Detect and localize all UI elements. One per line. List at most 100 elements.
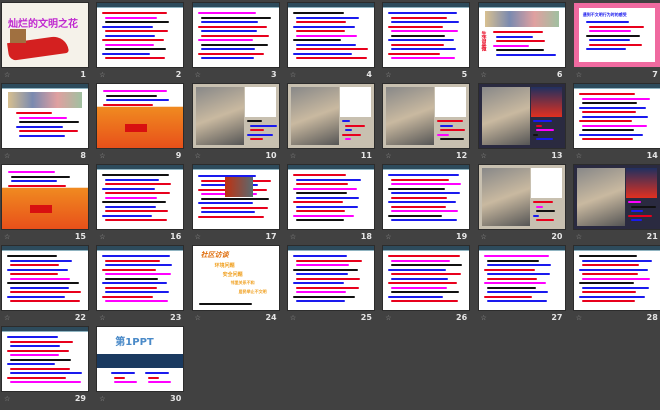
slide-preview[interactable] [192, 165, 279, 229]
slide-preview[interactable] [2, 327, 88, 391]
slide-thumbnail-10[interactable]: ☆ 10 [192, 84, 279, 162]
slide-thumbnail-6[interactable]: 生活显微 ☆ 6 [478, 3, 565, 81]
slide-thumbnail-1[interactable]: 灿烂的文明之花 ☆ 1 [2, 3, 88, 81]
slide-transition-star-icon[interactable]: ☆ [99, 395, 105, 403]
slide-thumbnail-13[interactable]: ☆ 13 [478, 84, 565, 162]
text-line [532, 120, 552, 122]
slide-transition-star-icon[interactable]: ☆ [385, 314, 391, 322]
slide-preview[interactable] [478, 84, 565, 148]
slide-preview[interactable]: 生活显微 [478, 3, 565, 67]
slide-preview[interactable] [573, 165, 660, 229]
slide-thumbnail-11[interactable]: ☆ 11 [287, 84, 374, 162]
slide-preview[interactable] [383, 3, 470, 67]
slide-thumbnail-26[interactable]: ☆ 26 [383, 246, 470, 324]
slide-transition-star-icon[interactable]: ☆ [576, 71, 582, 79]
slide-thumbnail-14[interactable]: ☆ 14 [573, 84, 660, 162]
slide-transition-star-icon[interactable]: ☆ [99, 233, 105, 241]
slide-transition-star-icon[interactable]: ☆ [385, 233, 391, 241]
slide-preview[interactable] [192, 3, 279, 67]
slide-preview[interactable] [383, 84, 470, 148]
text-line [102, 174, 170, 176]
slide-transition-star-icon[interactable]: ☆ [576, 233, 582, 241]
slide-transition-star-icon[interactable]: ☆ [481, 314, 487, 322]
slide-thumbnail-21[interactable]: ☆ 21 [573, 165, 660, 243]
slide-transition-star-icon[interactable]: ☆ [195, 314, 201, 322]
slide-thumbnail-22[interactable]: ☆ 22 [2, 246, 88, 324]
slide-thumbnail-30[interactable]: 第1PPT ☆ 30 [97, 327, 184, 405]
slide-preview[interactable] [97, 165, 184, 229]
slide-thumbnail-16[interactable]: ☆ 16 [97, 165, 184, 243]
slide-thumbnail-4[interactable]: ☆ 4 [287, 3, 374, 81]
slide-thumbnail-5[interactable]: ☆ 5 [383, 3, 470, 81]
slide-preview[interactable]: 灿烂的文明之花 [2, 3, 88, 67]
slide-preview[interactable] [97, 84, 184, 148]
slide-thumbnail-18[interactable]: ☆ 18 [287, 165, 374, 243]
slide-preview[interactable] [287, 246, 374, 310]
slide-preview[interactable] [2, 165, 88, 229]
slide-transition-star-icon[interactable]: ☆ [99, 314, 105, 322]
slide-transition-star-icon[interactable]: ☆ [195, 152, 201, 160]
slide-preview[interactable]: 社区访谈 环境问题 安全问题 邻里关系不和 居民举止不文明 [192, 246, 279, 310]
slide-preview[interactable] [478, 165, 565, 229]
slide-transition-star-icon[interactable]: ☆ [576, 152, 582, 160]
slide-transition-star-icon[interactable]: ☆ [290, 314, 296, 322]
slide-preview[interactable] [192, 84, 279, 148]
slide-transition-star-icon[interactable]: ☆ [481, 71, 487, 79]
slide-thumbnail-17[interactable]: ☆ 17 [192, 165, 279, 243]
text-line [11, 180, 57, 182]
header-band [287, 246, 374, 251]
slide-transition-star-icon[interactable]: ☆ [195, 233, 201, 241]
slide-thumbnail-29[interactable]: ☆ 29 [2, 327, 88, 405]
slide-thumbnail-15[interactable]: ☆ 15 [2, 165, 88, 243]
slide-thumbnail-23[interactable]: ☆ 23 [97, 246, 184, 324]
slide-preview[interactable] [2, 246, 88, 310]
slide-transition-star-icon[interactable]: ☆ [195, 71, 201, 79]
slide-transition-star-icon[interactable]: ☆ [481, 233, 487, 241]
slide-thumbnail-24[interactable]: 社区访谈 环境问题 安全问题 邻里关系不和 居民举止不文明 ☆ 24 [192, 246, 279, 324]
slide-preview[interactable] [97, 246, 184, 310]
slide-preview[interactable] [97, 3, 184, 67]
text-line [197, 202, 253, 204]
slide-thumbnail-25[interactable]: ☆ 25 [287, 246, 374, 324]
slide-transition-star-icon[interactable]: ☆ [4, 395, 10, 403]
slide-transition-star-icon[interactable]: ☆ [290, 152, 296, 160]
header-band [97, 246, 184, 251]
text-line [295, 43, 356, 46]
slide-preview[interactable] [287, 3, 374, 67]
slide-transition-star-icon[interactable]: ☆ [4, 71, 10, 79]
slide-thumbnail-12[interactable]: ☆ 12 [383, 84, 470, 162]
slide-preview[interactable] [287, 84, 374, 148]
slide-thumbnail-28[interactable]: ☆ 28 [573, 246, 660, 324]
slide-transition-star-icon[interactable]: ☆ [385, 152, 391, 160]
slide-thumbnail-7[interactable]: 遇到不文明行为时的感受 ☆ 7 [573, 3, 660, 81]
slide-thumbnail-27[interactable]: ☆ 27 [478, 246, 565, 324]
text-line [630, 219, 642, 221]
slide-transition-star-icon[interactable]: ☆ [290, 71, 296, 79]
slide-thumbnail-2[interactable]: ☆ 2 [97, 3, 184, 81]
slide-preview[interactable] [478, 246, 565, 310]
slide-transition-star-icon[interactable]: ☆ [290, 233, 296, 241]
slide-preview[interactable]: 第1PPT [97, 327, 184, 391]
text-line [197, 25, 267, 28]
slide-transition-star-icon[interactable]: ☆ [385, 71, 391, 79]
slide-thumbnail-19[interactable]: ☆ 19 [383, 165, 470, 243]
slide-transition-star-icon[interactable]: ☆ [99, 71, 105, 79]
header-band [287, 165, 374, 170]
slide-transition-star-icon[interactable]: ☆ [576, 314, 582, 322]
slide-preview[interactable] [383, 165, 470, 229]
slide-preview[interactable] [383, 246, 470, 310]
slide-thumbnail-9[interactable]: ☆ 9 [97, 84, 184, 162]
slide-thumbnail-3[interactable]: ☆ 3 [192, 3, 279, 81]
slide-thumbnail-8[interactable]: ☆ 8 [2, 84, 88, 162]
slide-preview[interactable] [573, 246, 660, 310]
slide-transition-star-icon[interactable]: ☆ [4, 314, 10, 322]
slide-preview[interactable] [573, 84, 660, 148]
slide-preview[interactable]: 遇到不文明行为时的感受 [573, 3, 660, 67]
slide-transition-star-icon[interactable]: ☆ [481, 152, 487, 160]
slide-thumbnail-20[interactable]: ☆ 20 [478, 165, 565, 243]
slide-preview[interactable] [287, 165, 374, 229]
slide-preview[interactable] [2, 84, 88, 148]
slide-transition-star-icon[interactable]: ☆ [99, 152, 105, 160]
slide-transition-star-icon[interactable]: ☆ [4, 152, 10, 160]
slide-transition-star-icon[interactable]: ☆ [4, 233, 10, 241]
